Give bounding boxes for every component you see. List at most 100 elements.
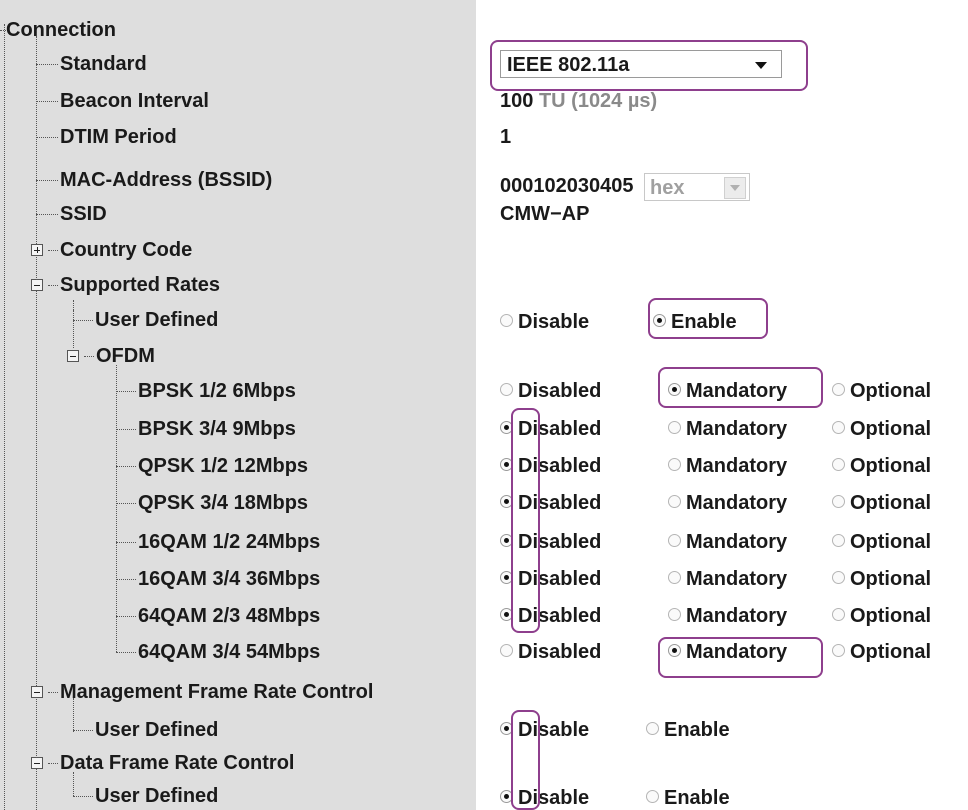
mac-address-value: 000102030405 xyxy=(500,175,634,197)
radio-off-icon xyxy=(832,608,845,622)
radio-disabled[interactable]: Disabled xyxy=(500,640,601,664)
tree-line xyxy=(36,214,58,215)
tree-line xyxy=(116,503,136,504)
collapse-supported-rates-icon[interactable] xyxy=(31,279,43,291)
tree-line xyxy=(116,579,136,580)
dtim-period-value: 1 xyxy=(500,126,512,148)
tree-node-supported-rates[interactable]: Supported Rates xyxy=(60,273,220,297)
tree-node-rate[interactable]: BPSK 3/4 9Mbps xyxy=(138,417,296,441)
collapse-ofdm-icon[interactable] xyxy=(67,350,79,362)
tree-node-rate[interactable]: QPSK 1/2 12Mbps xyxy=(138,454,308,478)
tree-line xyxy=(116,466,136,467)
radio-off-icon xyxy=(832,383,845,397)
radio-off-icon xyxy=(668,571,681,585)
settings-tree-panel: Connection Standard Beacon Interval DTIM… xyxy=(0,0,476,810)
radio-off-icon xyxy=(832,458,845,472)
tree-node-rate[interactable]: 16QAM 3/4 36Mbps xyxy=(138,567,320,591)
radio-mandatory[interactable]: Mandatory xyxy=(668,417,787,441)
tree-node-ssid[interactable]: SSID xyxy=(60,202,107,226)
collapse-mgmt-frame-rate-icon[interactable] xyxy=(31,686,43,698)
radio-off-icon xyxy=(668,495,681,509)
tree-line xyxy=(48,763,58,764)
mac-format-value: hex xyxy=(650,177,685,199)
tree-node-mac-address[interactable]: MAC-Address (BSSID) xyxy=(60,168,272,192)
tree-line xyxy=(116,429,136,430)
radio-enable[interactable]: Enable xyxy=(646,786,730,810)
highlight-enable xyxy=(648,298,768,339)
radio-mandatory[interactable]: Mandatory xyxy=(668,454,787,478)
radio-optional[interactable]: Optional xyxy=(832,491,931,515)
tree-node-rate[interactable]: 16QAM 1/2 24Mbps xyxy=(138,530,320,554)
radio-optional[interactable]: Optional xyxy=(832,567,931,591)
radio-off-icon xyxy=(668,421,681,435)
tree-node-rate[interactable]: 64QAM 3/4 54Mbps xyxy=(138,640,320,664)
highlight-mandatory xyxy=(658,637,823,678)
ssid-value: CMW−AP xyxy=(500,203,590,225)
radio-optional[interactable]: Optional xyxy=(832,604,931,628)
tree-node-standard[interactable]: Standard xyxy=(60,52,147,76)
tree-line xyxy=(73,772,74,796)
tree-line xyxy=(116,365,117,652)
tree-node-connection[interactable]: Connection xyxy=(6,18,116,42)
radio-enable[interactable]: Enable xyxy=(646,718,730,742)
tree-line xyxy=(48,250,58,251)
tree-node-dtim-period[interactable]: DTIM Period xyxy=(60,125,177,149)
radio-off-icon xyxy=(832,534,845,548)
tree-line xyxy=(116,616,136,617)
radio-mandatory[interactable]: Mandatory xyxy=(668,567,787,591)
highlight-mandatory xyxy=(658,367,823,408)
tree-line xyxy=(48,285,58,286)
radio-optional[interactable]: Optional xyxy=(832,417,931,441)
radio-disabled[interactable]: Disabled xyxy=(500,379,601,403)
radio-optional[interactable]: Optional xyxy=(832,454,931,478)
highlight-disable-column xyxy=(511,710,540,810)
tree-line xyxy=(116,391,136,392)
tree-line xyxy=(4,24,5,810)
beacon-value: 100 xyxy=(500,90,534,112)
expand-country-code-icon[interactable] xyxy=(31,244,43,256)
tree-line xyxy=(73,730,93,731)
tree-line xyxy=(36,101,58,102)
tree-node-data-frame-rate[interactable]: Data Frame Rate Control xyxy=(60,751,295,775)
tree-node-ofdm[interactable]: OFDM xyxy=(96,344,155,368)
tree-line xyxy=(73,310,74,320)
mac-format-select[interactable]: hex xyxy=(644,173,750,201)
radio-off-icon xyxy=(832,571,845,585)
tree-node-mgmt-user-defined[interactable]: User Defined xyxy=(95,718,218,742)
tree-line xyxy=(84,356,94,357)
highlight-disabled-column xyxy=(511,408,540,633)
tree-line xyxy=(48,692,58,693)
radio-off-icon xyxy=(500,314,513,328)
tree-node-rate[interactable]: QPSK 3/4 18Mbps xyxy=(138,491,308,515)
radio-optional[interactable]: Optional xyxy=(832,379,931,403)
radio-off-icon xyxy=(832,495,845,509)
radio-off-icon xyxy=(668,608,681,622)
radio-off-icon xyxy=(832,644,845,658)
tree-line xyxy=(73,796,93,797)
tree-node-data-user-defined[interactable]: User Defined xyxy=(95,784,218,808)
tree-line xyxy=(116,652,136,653)
tree-line xyxy=(116,542,136,543)
tree-node-rate[interactable]: 64QAM 2/3 48Mbps xyxy=(138,604,320,628)
tree-node-mgmt-frame-rate[interactable]: Management Frame Rate Control xyxy=(60,680,373,704)
tree-node-beacon-interval[interactable]: Beacon Interval xyxy=(60,89,209,113)
radio-off-icon xyxy=(668,458,681,472)
radio-mandatory[interactable]: Mandatory xyxy=(668,491,787,515)
tree-line xyxy=(36,64,58,65)
radio-off-icon xyxy=(668,534,681,548)
radio-optional[interactable]: Optional xyxy=(832,640,931,664)
radio-off-icon xyxy=(500,383,513,397)
tree-line xyxy=(73,320,93,321)
radio-disable[interactable]: Disable xyxy=(500,310,589,334)
tree-line xyxy=(36,137,58,138)
radio-mandatory[interactable]: Mandatory xyxy=(668,604,787,628)
tree-line xyxy=(73,300,74,348)
collapse-data-frame-rate-icon[interactable] xyxy=(31,757,43,769)
radio-mandatory[interactable]: Mandatory xyxy=(668,530,787,554)
beacon-unit: TU (1024 µs) xyxy=(538,90,658,112)
radio-optional[interactable]: Optional xyxy=(832,530,931,554)
tree-node-country-code[interactable]: Country Code xyxy=(60,238,192,262)
tree-node-user-defined[interactable]: User Defined xyxy=(95,308,218,332)
radio-off-icon xyxy=(832,421,845,435)
tree-node-rate[interactable]: BPSK 1/2 6Mbps xyxy=(138,379,296,403)
